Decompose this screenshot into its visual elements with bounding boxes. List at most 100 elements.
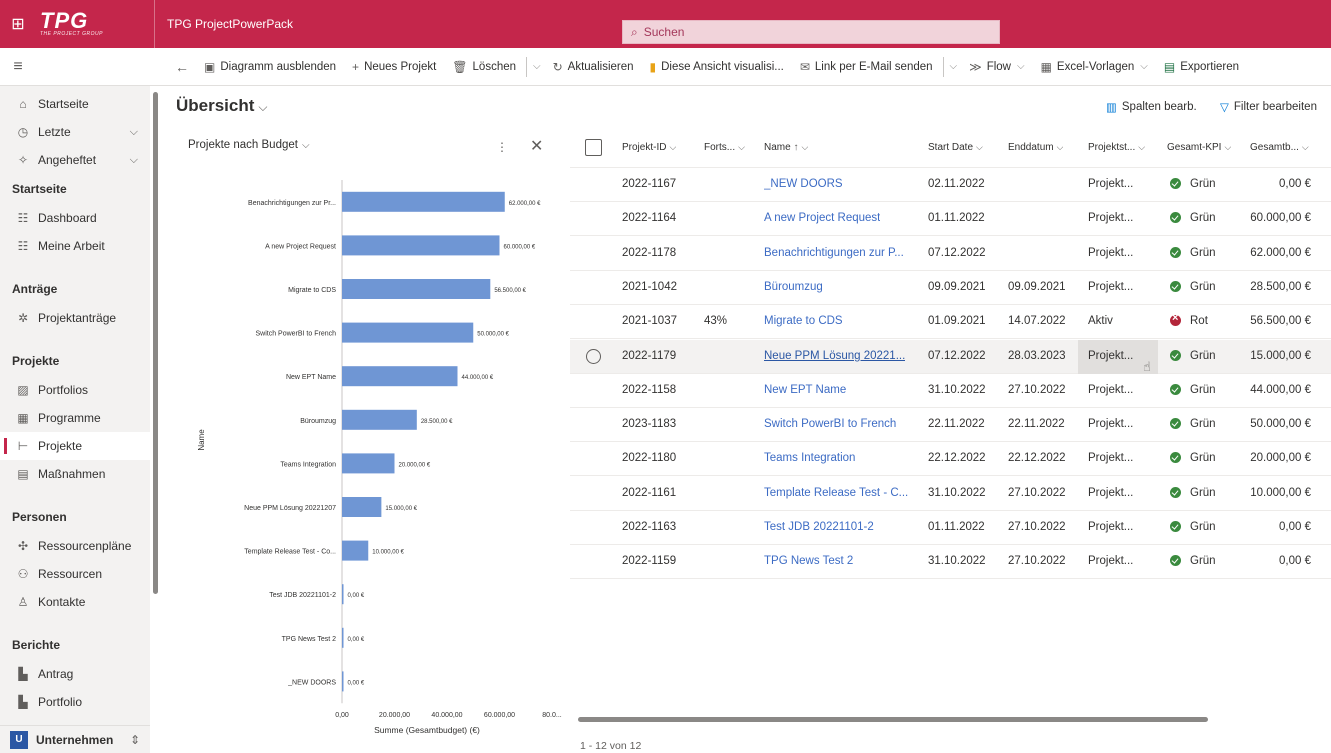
table-row[interactable]: 2022-1161 Template Release Test - C... 31.… [570,477,1331,511]
sidebar-item-home[interactable]: ⌂ Startseite [0,90,150,118]
sidebar-item-report-request[interactable]: ▙ Antrag [0,660,150,688]
column-header-progress[interactable]: Forts... ⌵ [704,142,745,153]
sidebar-item-portfolios[interactable]: ▨ Portfolios [0,376,150,404]
close-icon[interactable]: ✕ [530,136,543,156]
cell-id: 2022-1161 [622,486,677,499]
cell-name[interactable]: A new Project Request [764,212,880,224]
view-selector[interactable]: Übersicht ⌵ [176,96,268,116]
cell-name[interactable]: Migrate to CDS [764,315,843,327]
category-label: Büroumzug [300,418,336,425]
horizontal-scrollbar[interactable] [578,717,1208,722]
export-icon: ▤ [1163,59,1176,74]
kpi-label: Grün [1190,452,1216,465]
delete-button[interactable]: 🗑 Löschen [444,48,524,85]
more-options-icon[interactable]: ⋮ [496,140,508,154]
column-header-end[interactable]: Enddatum ⌵ [1008,142,1063,153]
export-button[interactable]: ▤ Exportieren [1156,48,1247,85]
table-row[interactable]: 2021-1037 43% Migrate to CDS 01.09.2021 14.0… [570,305,1331,340]
more-email-chevron-icon[interactable]: ⌵ [946,48,962,85]
search-input[interactable]: ⌕ Suchen [622,20,1000,44]
cell-name[interactable]: TPG News Test 2 [764,555,853,567]
table-row[interactable]: 2021-1042 Büroumzug 09.09.2021 09.09.2021 Pr… [570,271,1331,305]
select-all-checkbox[interactable] [585,139,602,156]
sidebar-item-projects[interactable]: ⊢ Projekte [0,432,150,460]
cell-name[interactable]: Switch PowerBI to French [764,418,896,430]
table-row[interactable]: 2022-1158 New EPT Name 31.10.2022 27.10.202… [570,374,1331,408]
chart-selector[interactable]: Projekte nach Budget ⌵ [188,139,310,151]
column-header-name[interactable]: Name ↑ ⌵ [764,142,808,153]
app-title[interactable]: TPG ProjectPowerPack [167,17,293,31]
sidebar-item-recent[interactable]: ◷ Letzte ⌵ [0,118,150,146]
sidebar-item-label: Startseite [38,97,89,111]
cell-name[interactable]: Benachrichtigungen zur P... [764,247,904,259]
table-row[interactable]: 2022-1167 _NEW DOORS 02.11.2022 Projekt... G… [570,168,1331,202]
x-tick-label: 80.0... [542,712,562,719]
column-header-id[interactable]: Projekt-ID ⌵ [622,142,676,153]
cell-start: 31.10.2022 [928,486,986,499]
table-row[interactable]: 2022-1180 Teams Integration 22.12.2022 22.1… [570,442,1331,477]
edit-filters-button[interactable]: ▽ Filter bearbeiten [1220,100,1317,114]
sidebar-item-label: Ressourcenpläne [38,539,132,553]
cell-name[interactable]: New EPT Name [764,384,846,396]
sidebar-item-resource-plans[interactable]: ✣ Ressourcenpläne [0,532,150,560]
sidebar-item-report-portfolio[interactable]: ▙ Portfolio [0,688,150,716]
cell-name[interactable]: _NEW DOORS [764,178,843,190]
status-red-icon [1170,315,1181,327]
tpg-logo[interactable]: TPG THE PROJECT GROUP [36,0,144,48]
sidebar-item-programs[interactable]: ▦ Programme [0,404,150,432]
cell-name[interactable]: Teams Integration [764,452,855,464]
sidebar-item-project-requests[interactable]: ✲ Projektanträge [0,304,150,332]
excel-templates-button[interactable]: ▦ Excel-Vorlagen ⌵ [1033,48,1156,85]
hide-chart-button[interactable]: ▣ Diagramm ausblenden [196,48,344,85]
dashboard-icon: ☷ [17,211,29,225]
hamburger-menu-icon[interactable]: ≡ [0,58,36,76]
bar [342,279,491,299]
kpi-label: Grün [1190,418,1216,431]
column-header-status[interactable]: Projektst... ⌵ [1088,142,1145,153]
more-delete-chevron-icon[interactable]: ⌵ [529,48,545,85]
sidebar-item-resources[interactable]: ⚇ Ressourcen [0,560,150,588]
cell-start: 02.11.2022 [928,178,985,190]
grid-header: Projekt-ID ⌵ Forts... ⌵ Name ↑ ⌵ Start Date… [570,128,1331,168]
sidebar-scrollbar[interactable] [153,92,158,594]
x-tick-label: 0,00 [335,712,349,719]
cell-name[interactable]: Template Release Test - C... [764,487,908,499]
refresh-button[interactable]: ↻ Aktualisieren [545,48,642,85]
chevron-down-icon: ⌵ [669,142,677,152]
table-row[interactable]: 2022-1163 Test JDB 20221101-2 01.11.2022 27… [570,511,1331,545]
cell-name[interactable]: Test JDB 20221101-2 [764,521,874,533]
budget-bar-chart: Benachrichtigungen zur Pr... 62.000,00 € A… [197,180,562,735]
bar [342,453,395,474]
table-row[interactable]: 2022-1179 Neue PPM Lösung 20221... 07.12.2… [570,339,1331,374]
bar [342,409,417,430]
row-select-radio[interactable] [586,348,601,364]
column-header-budget[interactable]: Gesamtb... ⌵ [1250,142,1309,153]
back-arrow-icon[interactable]: ← [168,59,196,75]
sidebar-item-measures[interactable]: ▤ Maßnahmen [0,460,150,488]
visualize-view-button[interactable]: ▮ Diese Ansicht visualisi... [642,48,792,85]
table-row[interactable]: 2023-1183 Switch PowerBI to French 22.11.2… [570,408,1331,443]
edit-columns-button[interactable]: ▥ Spalten bearb. [1106,100,1197,114]
app-launcher-icon[interactable]: ⊞ [0,0,36,48]
new-project-button[interactable]: + Neues Projekt [344,48,444,85]
flow-button[interactable]: ≫ Flow ⌵ [961,48,1032,85]
table-row[interactable]: 2022-1159 TPG News Test 2 31.10.2022 27.10.… [570,545,1331,580]
cell-name[interactable]: Neue PPM Lösung 20221... [764,350,905,362]
bar [342,540,369,561]
column-header-start[interactable]: Start Date ⌵ [928,142,983,153]
sidebar-item-dashboard[interactable]: ☷ Dashboard [0,204,150,232]
table-row[interactable]: 2022-1178 Benachrichtigungen zur P... 07.1… [570,237,1331,271]
email-link-label: Link per E-Mail senden [814,60,933,73]
email-link-button[interactable]: ✉ Link per E-Mail senden [792,48,941,85]
status-green-icon [1170,246,1181,258]
sidebar-item-contacts[interactable]: ♙ Kontakte [0,588,150,616]
y-axis-label: Name [197,429,206,451]
cell-end: 27.10.2022 [1008,521,1066,533]
cell-name[interactable]: Büroumzug [764,281,823,293]
x-tick-label: 60.000,00 [484,712,515,719]
table-row[interactable]: 2022-1164 A new Project Request 01.11.2022… [570,202,1331,237]
sidebar-item-my-work[interactable]: ☷ Meine Arbeit [0,232,150,260]
column-header-kpi[interactable]: Gesamt-KPI ⌵ [1167,142,1231,153]
sidebar-item-pinned[interactable]: ✧ Angeheftet ⌵ [0,146,150,174]
area-switcher[interactable]: U Unternehmen ⇕ [0,725,150,753]
